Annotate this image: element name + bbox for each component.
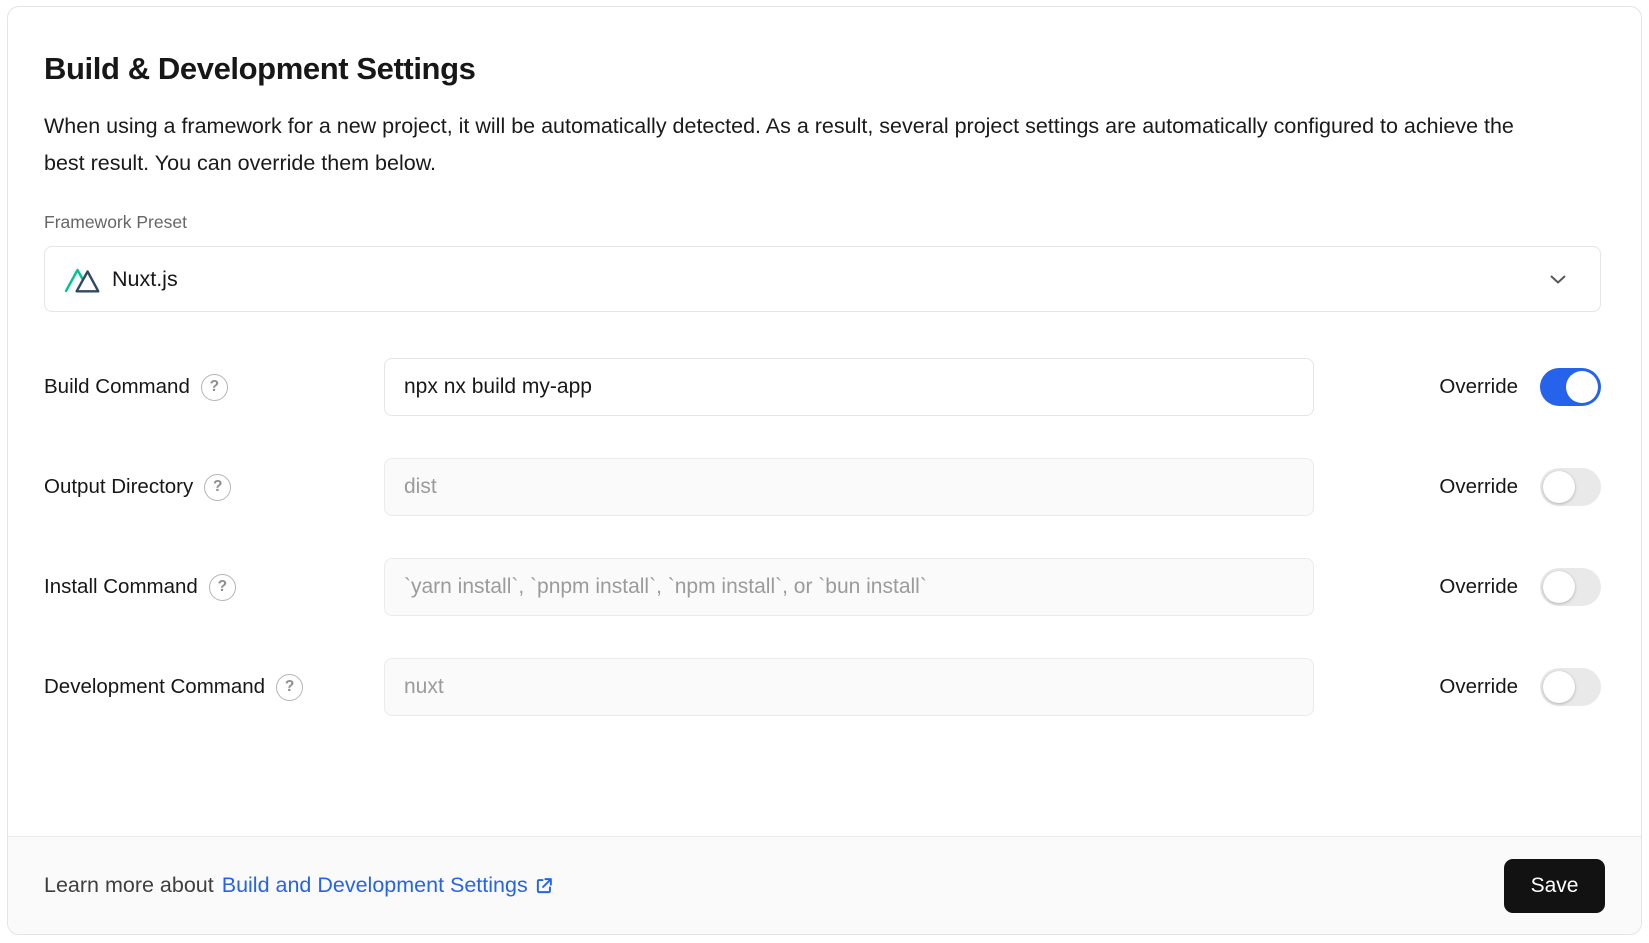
install-command-row: Install Command ? Override [44,558,1601,616]
install-command-override-toggle[interactable] [1540,568,1601,606]
override-label: Override [1439,675,1518,699]
toggle-knob [1543,571,1575,603]
install-command-label: Install Command [44,575,198,599]
help-icon[interactable]: ? [276,674,303,701]
output-directory-override-toggle[interactable] [1540,468,1601,506]
page-title: Build & Development Settings [44,50,1601,88]
development-command-label: Development Command [44,675,265,699]
install-command-label-cell: Install Command ? [44,574,384,601]
build-settings-docs-link[interactable]: Build and Development Settings [222,873,555,898]
build-command-label: Build Command [44,375,190,399]
build-settings-panel: Build & Development Settings When using … [7,6,1642,935]
learn-more-prefix: Learn more about [44,873,214,897]
output-directory-label-cell: Output Directory ? [44,474,384,501]
development-command-override-toggle[interactable] [1540,668,1601,706]
save-button[interactable]: Save [1504,859,1605,913]
development-command-label-cell: Development Command ? [44,674,384,701]
toggle-knob [1543,471,1575,503]
development-command-row: Development Command ? Override [44,658,1601,716]
help-icon[interactable]: ? [209,574,236,601]
override-label: Override [1439,375,1518,399]
nuxt-logo-icon [64,265,100,293]
override-label: Override [1439,575,1518,599]
framework-preset-value: Nuxt.js [112,267,178,292]
override-label: Override [1439,475,1518,499]
toggle-knob [1566,371,1598,403]
build-command-override-toggle[interactable] [1540,368,1601,406]
link-label: Build and Development Settings [222,873,528,898]
external-link-icon [533,875,555,897]
help-icon[interactable]: ? [201,374,228,401]
output-directory-input[interactable] [384,458,1314,516]
output-directory-label: Output Directory [44,475,193,499]
install-command-input[interactable] [384,558,1314,616]
framework-preset-select[interactable]: Nuxt.js [44,246,1601,312]
build-command-label-cell: Build Command ? [44,374,384,401]
framework-preset-label: Framework Preset [44,212,1601,232]
help-icon[interactable]: ? [204,474,231,501]
panel-body: Build & Development Settings When using … [8,7,1641,716]
panel-footer: Learn more about Build and Development Se… [8,836,1641,934]
learn-more-text: Learn more about Build and Development Se… [44,873,555,898]
build-command-row: Build Command ? Override [44,358,1601,416]
toggle-knob [1543,671,1575,703]
output-directory-row: Output Directory ? Override [44,458,1601,516]
panel-description: When using a framework for a new project… [44,108,1524,182]
chevron-down-icon [1546,267,1570,291]
development-command-input[interactable] [384,658,1314,716]
build-command-input[interactable] [384,358,1314,416]
settings-rows: Build Command ? Override Output Director… [44,358,1601,716]
